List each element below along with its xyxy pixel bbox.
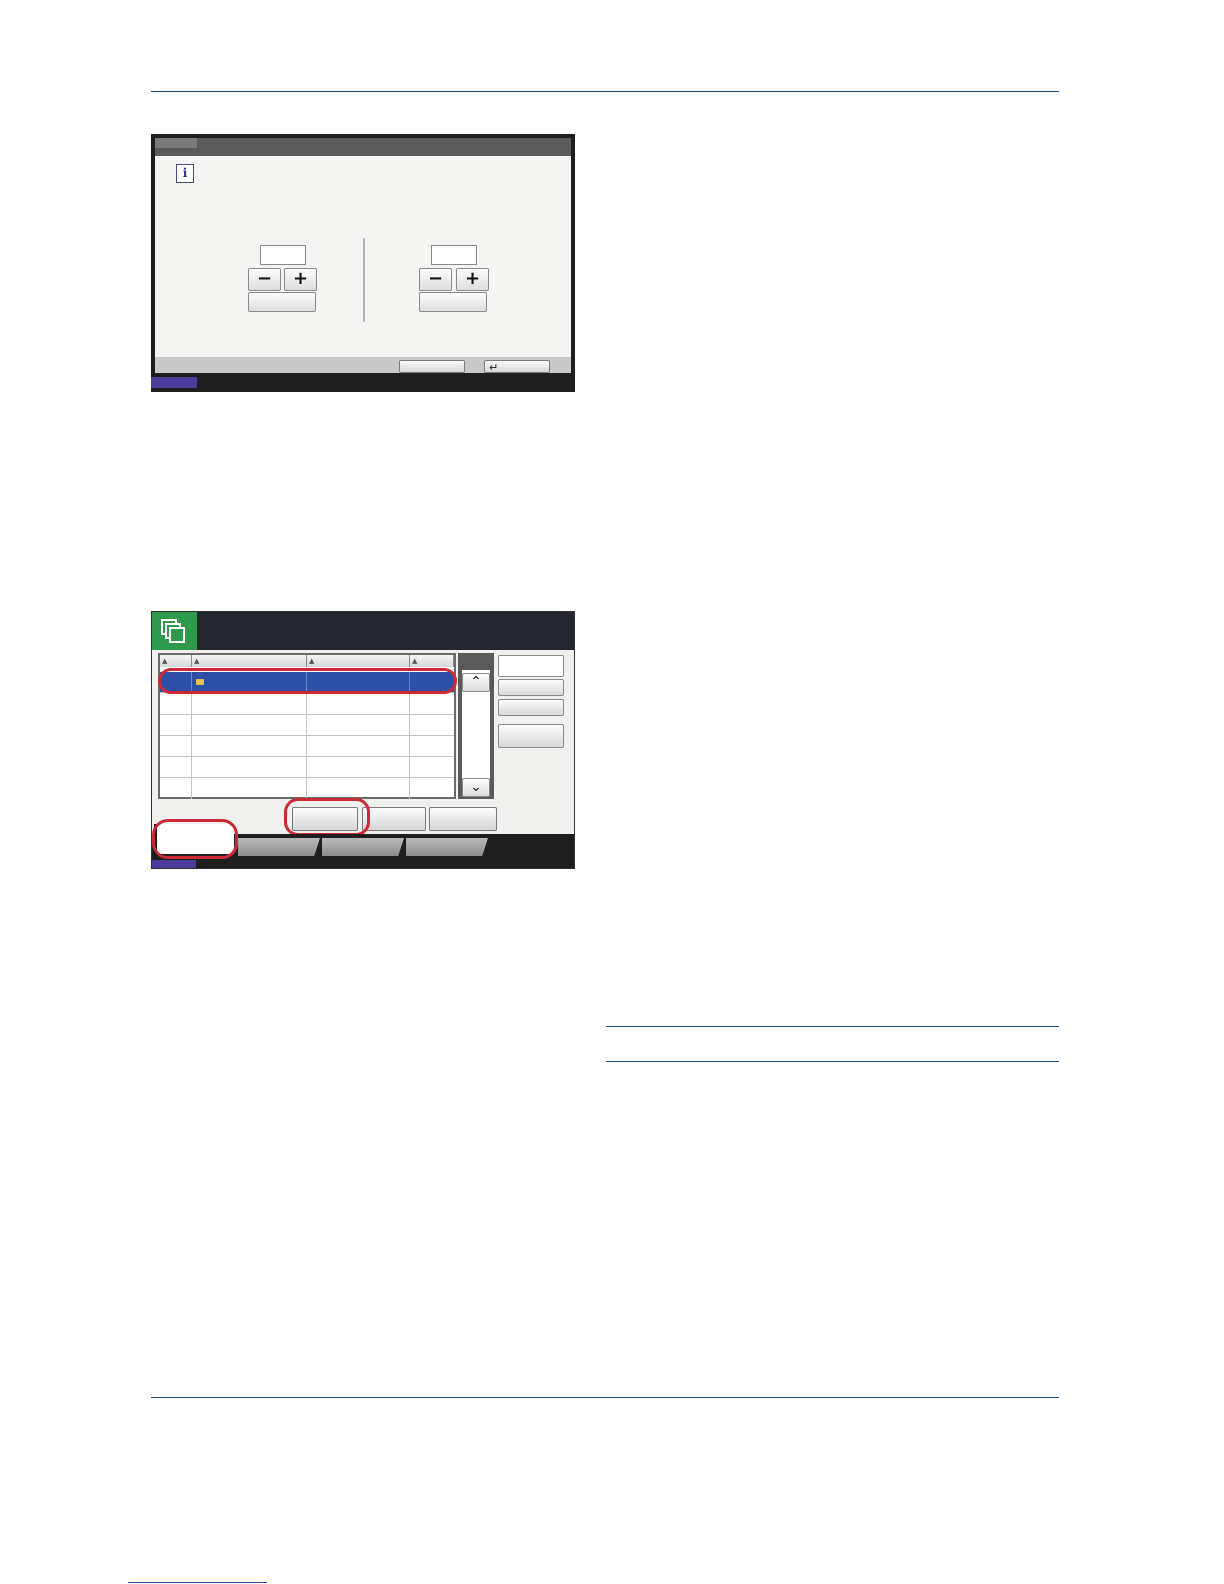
side-display-field xyxy=(498,655,564,677)
table-row[interactable] xyxy=(160,694,454,715)
side-button-1[interactable] xyxy=(498,679,564,696)
column-header-number[interactable]: ▲ xyxy=(160,655,192,667)
left-plus-button[interactable]: + xyxy=(284,268,317,291)
action-button-2[interactable] xyxy=(362,807,426,831)
status-indicator xyxy=(152,860,196,868)
action-button-3[interactable] xyxy=(429,807,497,831)
cancel-button[interactable] xyxy=(399,360,465,373)
note-rule-top xyxy=(606,1026,1059,1027)
status-indicator xyxy=(151,377,197,388)
document-box-icon xyxy=(152,612,197,650)
screen-header xyxy=(152,612,574,650)
side-button-2[interactable] xyxy=(498,699,564,716)
title-tab xyxy=(155,138,197,148)
scroll-up-button[interactable]: ⌃ xyxy=(462,673,490,692)
open-button-highlight xyxy=(284,798,370,836)
note-rule-bottom xyxy=(606,1061,1059,1062)
tab-2[interactable] xyxy=(238,838,320,856)
active-tab-highlight xyxy=(152,819,238,859)
table-row[interactable] xyxy=(160,778,454,799)
selected-row-highlight xyxy=(158,668,457,694)
group-divider xyxy=(363,238,365,322)
header-rule xyxy=(151,91,1059,92)
footer-rule xyxy=(151,1397,1059,1398)
right-entry-button[interactable] xyxy=(419,292,487,312)
scroll-down-button[interactable]: ⌄ xyxy=(462,778,490,797)
dialog-panel: i − + − + ↵ xyxy=(155,138,571,374)
list-scrollbar[interactable]: ⌃ ⌄ xyxy=(458,653,494,799)
tab-3[interactable] xyxy=(322,838,404,856)
table-row[interactable] xyxy=(160,715,454,736)
settings-dialog-screenshot: i − + − + ↵ xyxy=(151,134,575,392)
ok-button[interactable]: ↵ xyxy=(484,360,550,374)
enter-icon: ↵ xyxy=(489,361,499,374)
column-header-name[interactable]: ▲ xyxy=(192,655,307,667)
table-row[interactable] xyxy=(160,757,454,778)
left-entry-button[interactable] xyxy=(248,292,316,312)
footer-link-underline[interactable] xyxy=(128,1582,267,1583)
info-icon: i xyxy=(176,164,194,183)
column-header-owner[interactable]: ▲ xyxy=(307,655,410,667)
left-minus-button[interactable]: − xyxy=(248,268,281,291)
column-header-usage[interactable]: ▲ xyxy=(410,655,454,667)
right-minus-button[interactable]: − xyxy=(419,268,452,291)
right-plus-button[interactable]: + xyxy=(456,268,489,291)
table-row[interactable] xyxy=(160,736,454,757)
dialog-title-bar xyxy=(155,138,571,156)
tab-4[interactable] xyxy=(406,838,488,856)
side-button-3[interactable] xyxy=(498,724,564,748)
right-value-display xyxy=(431,245,477,265)
left-value-display xyxy=(260,245,306,265)
document-box-screenshot: ▲ ▲ ▲ ▲ ⌃ ⌄ xyxy=(151,611,575,869)
